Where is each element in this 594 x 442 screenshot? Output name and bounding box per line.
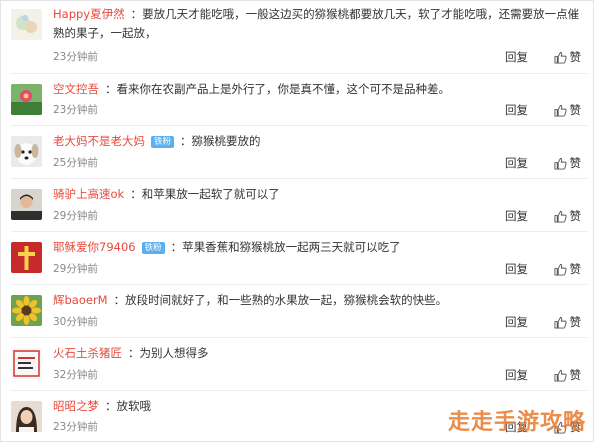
- like-button[interactable]: 赞: [553, 155, 582, 171]
- comment-body: 老大妈不是老大妈 铁粉 ：猕猴桃要放的: [53, 132, 581, 151]
- comment-time: 30分钟前: [53, 316, 98, 328]
- comment-time: 23分钟前: [53, 51, 98, 63]
- comment-body: 辉baoerM ：放段时间就好了，和一些熟的水果放一起，猕猴桃会软的快些。: [53, 291, 581, 310]
- avatar[interactable]: [11, 189, 42, 220]
- comment-text: ：为别人想得多: [128, 346, 209, 360]
- comment-body: 骑驴上高速ok ：和苹果放一起软了就可以了: [53, 185, 581, 204]
- avatar[interactable]: [11, 401, 42, 432]
- thumbs-up-icon: [553, 157, 567, 170]
- reply-button[interactable]: 回复: [505, 208, 528, 224]
- comment-text: ：和苹果放一起软了就可以了: [130, 187, 280, 201]
- like-label: 赞: [569, 262, 582, 276]
- thumbs-up-icon: [553, 104, 567, 117]
- reply-button[interactable]: 回复: [505, 155, 528, 171]
- reply-button[interactable]: 回复: [505, 261, 528, 277]
- comment-time: 32分钟前: [53, 369, 98, 381]
- watermark-logo: 走走手游攻略: [447, 410, 586, 435]
- comment-time: 29分钟前: [53, 210, 98, 222]
- thumbs-up-icon: [553, 316, 567, 329]
- comment-item: 骑驴上高速ok ：和苹果放一起软了就可以了 29分钟前 回复 赞: [1, 179, 593, 232]
- like-button[interactable]: 赞: [553, 208, 582, 224]
- comment-time: 25分钟前: [53, 157, 98, 169]
- username-link[interactable]: 火石土杀猪匠: [53, 346, 122, 360]
- comment-text: ：要放几天才能吃哦，一般这边买的猕猴桃都要放几天，软了才能吃哦，还需要放一点催熟…: [53, 7, 580, 40]
- avatar[interactable]: [11, 348, 42, 379]
- like-button[interactable]: 赞: [553, 367, 582, 383]
- username-link[interactable]: 昭昭之梦: [53, 399, 99, 413]
- avatar[interactable]: [11, 136, 42, 167]
- username-link[interactable]: Happy夏伊然: [53, 7, 125, 21]
- like-button[interactable]: 赞: [553, 261, 582, 277]
- username-link[interactable]: 耶稣爱你79406: [53, 240, 136, 254]
- comment-time: 23分钟前: [53, 104, 98, 116]
- comment-body: Happy夏伊然 ：要放几天才能吃哦，一般这边买的猕猴桃都要放几天，软了才能吃哦，…: [53, 5, 581, 43]
- reply-button[interactable]: 回复: [505, 367, 528, 383]
- comment-item: 空文控吾 ：看来你在农副产品上是外行了，你是真不懂，这个可不是品种差。 23分钟前 回…: [1, 74, 593, 126]
- comment-list: Happy夏伊然 ：要放几天才能吃哦，一般这边买的猕猴桃都要放几天，软了才能吃哦，…: [0, 0, 594, 442]
- avatar[interactable]: [11, 295, 42, 326]
- comment-body: 空文控吾 ：看来你在农副产品上是外行了，你是真不懂，这个可不是品种差。: [53, 80, 581, 99]
- username-link[interactable]: 骑驴上高速ok: [53, 187, 124, 201]
- like-label: 赞: [569, 315, 582, 329]
- comment-text: ：猕猴桃要放的: [180, 134, 261, 148]
- thumbs-up-icon: [553, 51, 567, 64]
- like-label: 赞: [569, 156, 582, 170]
- comment-item: Happy夏伊然 ：要放几天才能吃哦，一般这边买的猕猴桃都要放几天，软了才能吃哦，…: [1, 1, 593, 74]
- comment-item: 火石土杀猪匠 ：为别人想得多 32分钟前 回复 赞: [1, 338, 593, 391]
- like-label: 赞: [569, 209, 582, 223]
- like-button[interactable]: 赞: [553, 49, 582, 65]
- like-button[interactable]: 赞: [553, 314, 582, 330]
- avatar[interactable]: [11, 84, 42, 115]
- like-label: 赞: [569, 103, 582, 117]
- comment-text: ：放段时间就好了，和一些熟的水果放一起，猕猴桃会软的快些。: [113, 293, 448, 307]
- comment-item: 耶稣爱你79406 铁粉 ：苹果香蕉和猕猴桃放一起两三天就可以吃了 29分钟前 回复 赞: [1, 232, 593, 285]
- reply-button[interactable]: 回复: [505, 102, 528, 118]
- comment-body: 火石土杀猪匠 ：为别人想得多: [53, 344, 581, 363]
- comment-time: 29分钟前: [53, 263, 98, 275]
- avatar[interactable]: [11, 242, 42, 273]
- reply-button[interactable]: 回复: [505, 314, 528, 330]
- avatar[interactable]: [11, 9, 42, 40]
- like-button[interactable]: 赞: [553, 102, 582, 118]
- comment-text: ：放软哦: [105, 399, 151, 413]
- comment-item: 辉baoerM ：放段时间就好了，和一些熟的水果放一起，猕猴桃会软的快些。 30分钟…: [1, 285, 593, 338]
- fan-badge: 铁粉: [141, 242, 165, 254]
- like-label: 赞: [569, 50, 582, 64]
- username-link[interactable]: 空文控吾: [53, 82, 99, 96]
- reply-button[interactable]: 回复: [505, 49, 528, 65]
- comment-body: 耶稣爱你79406 铁粉 ：苹果香蕉和猕猴桃放一起两三天就可以吃了: [53, 238, 581, 257]
- comment-time: 23分钟前: [53, 421, 98, 433]
- username-link[interactable]: 辉baoerM: [53, 293, 108, 307]
- thumbs-up-icon: [553, 210, 567, 223]
- comment-text: ：苹果香蕉和猕猴桃放一起两三天就可以吃了: [170, 240, 401, 254]
- like-label: 赞: [569, 368, 582, 382]
- thumbs-up-icon: [553, 369, 567, 382]
- username-link[interactable]: 老大妈不是老大妈: [53, 134, 145, 148]
- fan-badge: 铁粉: [151, 136, 175, 148]
- comment-item: 老大妈不是老大妈 铁粉 ：猕猴桃要放的 25分钟前 回复 赞: [1, 126, 593, 179]
- comment-text: ：看来你在农副产品上是外行了，你是真不懂，这个可不是品种差。: [105, 82, 450, 96]
- thumbs-up-icon: [553, 263, 567, 276]
